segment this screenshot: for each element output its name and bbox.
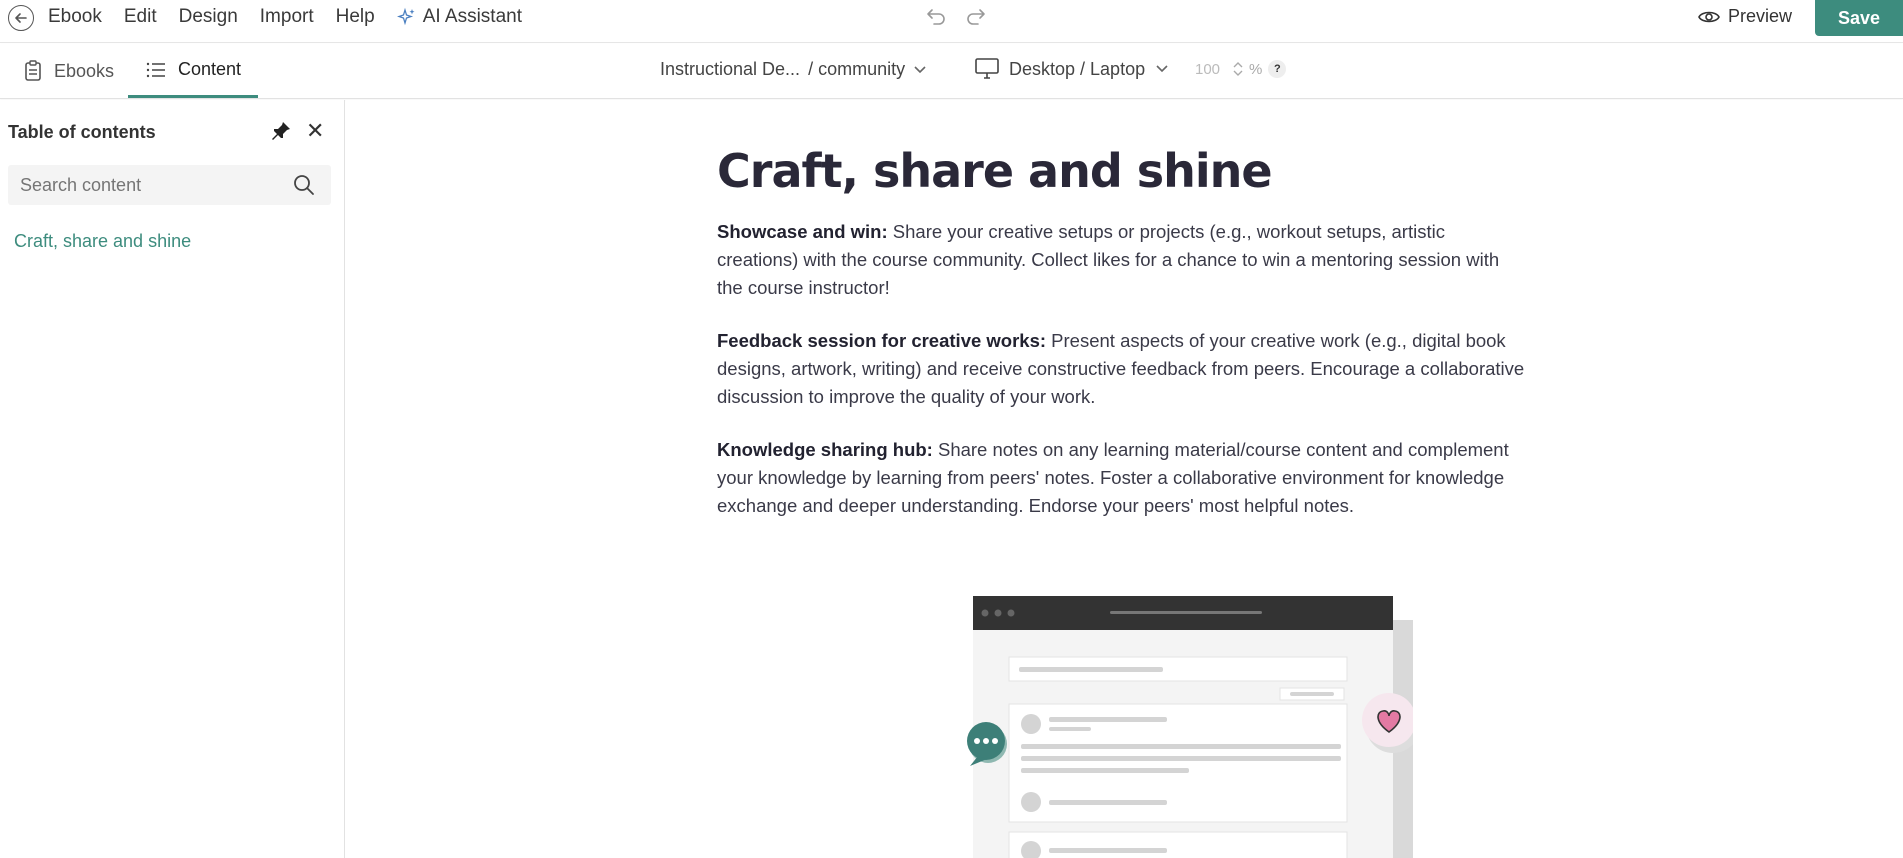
undo-icon[interactable] (924, 5, 948, 27)
clipboard-icon (25, 60, 41, 81)
tab-content[interactable]: Content (128, 44, 258, 98)
help-icon[interactable]: ? (1268, 60, 1287, 78)
article-title[interactable]: Craft, share and shine (717, 144, 1527, 198)
menu-edit[interactable]: Edit (113, 6, 168, 28)
menu-help[interactable]: Help (325, 6, 386, 28)
preview-label: Preview (1728, 6, 1793, 26)
path-parent: Instructional De... (660, 59, 801, 79)
sparkle-icon (396, 7, 415, 26)
search-icon[interactable] (293, 174, 315, 201)
ai-assistant-menu[interactable]: AI Assistant (386, 6, 533, 28)
editor-toolbar: Ebooks Content Instructional De... / com… (0, 44, 1903, 99)
search-content-input[interactable] (8, 165, 331, 205)
path-current: / community (808, 59, 906, 79)
paragraph-lead: Showcase and win: (717, 221, 888, 242)
chevron-down-icon (1156, 65, 1168, 73)
article: Craft, share and shine Showcase and win:… (717, 144, 1527, 520)
menu-design[interactable]: Design (168, 6, 249, 28)
paragraph[interactable]: Knowledge sharing hub: Share notes on an… (717, 436, 1527, 520)
redo-icon[interactable] (964, 5, 988, 27)
zoom-unit: % (1249, 60, 1263, 78)
community-illustration[interactable] (923, 596, 1413, 858)
toc-item[interactable]: Craft, share and shine (14, 231, 191, 252)
menu-import[interactable]: Import (249, 6, 325, 28)
list-icon (146, 62, 165, 77)
back-arrow-icon[interactable] (8, 5, 34, 31)
pin-icon[interactable] (270, 120, 292, 147)
location-selector[interactable]: Instructional De... / community (660, 59, 927, 80)
toc-title: Table of contents (8, 122, 156, 142)
editor-canvas: Craft, share and shine Showcase and win:… (346, 100, 1903, 858)
menu-ebook[interactable]: Ebook (48, 6, 113, 28)
device-label: Desktop / Laptop (1009, 58, 1146, 79)
paragraph[interactable]: Showcase and win: Share your creative se… (717, 218, 1527, 302)
main-menu: Ebook Edit Design Import Help AI Assista… (48, 6, 533, 28)
monitor-icon (975, 58, 999, 79)
tab-ebooks-label: Ebooks (54, 60, 115, 81)
eye-icon (1698, 11, 1720, 22)
paragraph-lead: Knowledge sharing hub: (717, 439, 933, 460)
tab-ebooks[interactable]: Ebooks (24, 44, 114, 98)
ai-assistant-label: AI Assistant (422, 6, 522, 27)
device-selector[interactable]: Desktop / Laptop (975, 58, 1169, 80)
save-button[interactable]: Save (1815, 0, 1903, 36)
table-of-contents-panel: Table of contents ✕ Craft, share and shi… (0, 100, 345, 858)
tab-content-label: Content (178, 59, 242, 79)
undo-redo-group (924, 5, 988, 27)
close-icon[interactable]: ✕ (306, 118, 324, 144)
top-menu-bar: Ebook Edit Design Import Help AI Assista… (0, 0, 1903, 43)
zoom-input[interactable]: 100 (1195, 61, 1227, 78)
preview-button[interactable]: Preview (1698, 6, 1792, 27)
paragraph[interactable]: Feedback session for creative works: Pre… (717, 327, 1527, 411)
stepper-icon[interactable] (1233, 61, 1243, 77)
chevron-down-icon (914, 65, 926, 73)
paragraph-lead: Feedback session for creative works: (717, 330, 1047, 351)
zoom-control: 100 % ? (1195, 60, 1287, 78)
